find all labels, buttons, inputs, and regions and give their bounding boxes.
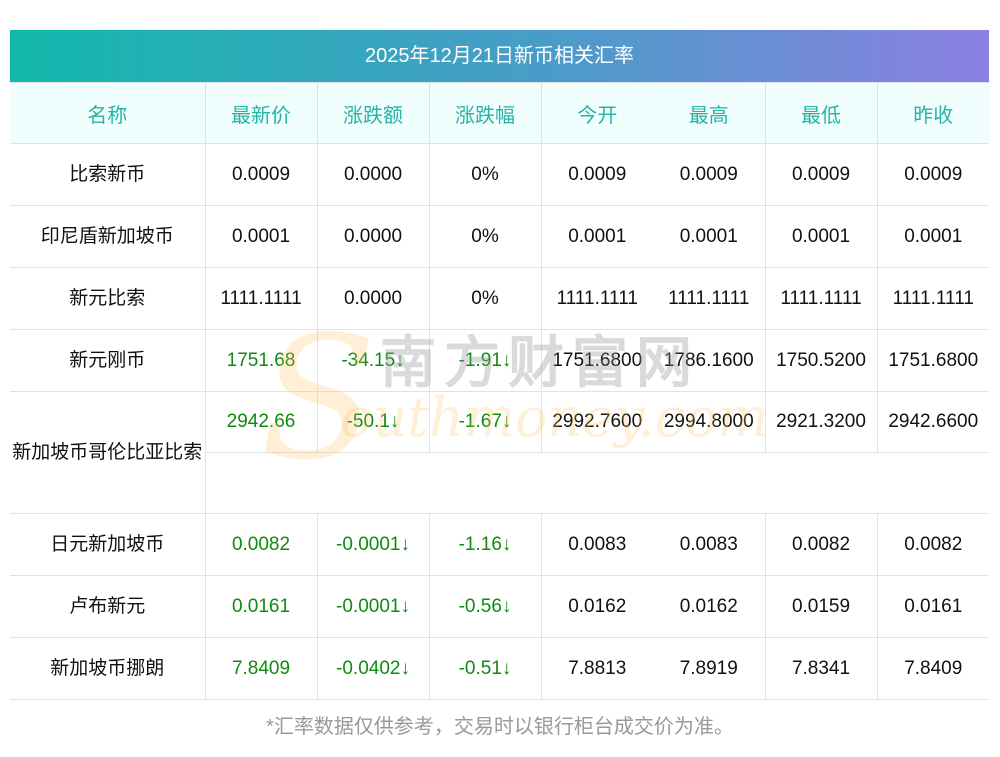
rate-cell: -0.0001↓ [316,575,429,638]
column-header: 涨跌额 [316,82,429,144]
rate-cell: 7.8341 [764,637,877,700]
rate-cell: -1.91↓ [428,329,541,392]
table-row: 新元刚币 1751.68 -34.15↓ -1.91↓ 1751.6800 1786.16… [10,329,989,392]
currency-pair-name: 新加坡币哥伦比亚比索 [10,391,205,514]
exchange-rate-table: 名称 最新价 涨跌额 涨跌幅 今开 最高 最低 昨收 比索新币 0.0009 0.0000 0% 0.0… [10,82,989,700]
empty-cell [204,452,989,514]
currency-pair-name: 日元新加坡币 [10,513,205,576]
rate-cell: 1111.1111 [764,267,877,330]
rate-cell: 1111.1111 [653,267,765,330]
table-row: 新加坡币哥伦比亚比索 2942.66 -50.1↓ -1.67↓ 2992.7600 29… [10,391,989,514]
rate-cell: 0.0083 [653,513,765,576]
rate-cell: 1786.1600 [653,329,765,392]
rate-cell: 2921.3200 [764,391,877,453]
column-header: 昨收 [876,82,989,144]
rate-cell: -0.0001↓ [316,513,429,576]
rate-cell: 0.0082 [876,513,989,576]
currency-pair-name: 比索新币 [10,143,205,206]
rate-cell: 1751.6800 [540,329,653,392]
table-row: 新加坡币挪朗 7.8409 -0.0402↓ -0.51↓ 7.8813 7.8919 7.… [10,637,989,700]
table-title: 2025年12月21日新币相关汇率 [10,30,989,82]
rate-cell: 2994.8000 [653,391,765,453]
rate-cell: 0.0009 [204,143,317,206]
rate-cell: -0.56↓ [428,575,541,638]
column-header: 涨跌幅 [428,82,541,144]
rate-cell: 0.0082 [204,513,317,576]
rate-cell: 0% [428,205,541,268]
table-row: 比索新币 0.0009 0.0000 0% 0.0009 0.0009 0.0009 0.00… [10,143,989,206]
column-header: 今开 [540,82,653,144]
rate-cell: 0.0161 [876,575,989,638]
rate-cell: 0.0161 [204,575,317,638]
table-row: 日元新加坡币 0.0082 -0.0001↓ -1.16↓ 0.0083 0.0083 0.… [10,513,989,576]
rate-cell: 0.0001 [204,205,317,268]
column-header: 最高 [653,82,765,144]
rate-cell: -50.1↓ [316,391,429,453]
rate-cell: 0.0159 [764,575,877,638]
rate-cell: -1.16↓ [428,513,541,576]
rate-cell: 0.0009 [653,143,765,206]
rate-cell: 0.0009 [540,143,653,206]
rate-cell: 0.0001 [540,205,653,268]
rate-cell: 0.0001 [764,205,877,268]
rate-cell: 2942.6600 [876,391,989,453]
rate-cell: 1111.1111 [876,267,989,330]
rate-cell: -1.67↓ [428,391,541,453]
rate-cell: 0.0162 [653,575,765,638]
currency-pair-name: 印尼盾新加坡币 [10,205,205,268]
rate-cell: -0.0402↓ [316,637,429,700]
table-row: 印尼盾新加坡币 0.0001 0.0000 0% 0.0001 0.0001 0.0001 0… [10,205,989,268]
rate-cell: 7.8409 [204,637,317,700]
rate-cell: 0% [428,267,541,330]
rate-cell: 0.0009 [764,143,877,206]
rate-cell: 0% [428,143,541,206]
rate-cell: 0.0000 [316,267,429,330]
rate-cell: 2992.7600 [540,391,653,453]
rate-cell: 0.0162 [540,575,653,638]
rate-cell: 1111.1111 [204,267,317,330]
disclaimer-note: *汇率数据仅供参考，交易时以银行柜台成交价为准。 [266,716,734,738]
rate-cell: 0.0082 [764,513,877,576]
rate-cell: 7.8919 [653,637,765,700]
column-header: 名称 [10,82,205,144]
rate-cell: 0.0083 [540,513,653,576]
rate-cell: 0.0001 [653,205,765,268]
table-row: 新元比索 1111.1111 0.0000 0% 1111.1111 1111.1111 1… [10,267,989,330]
column-header: 最新价 [204,82,317,144]
rate-cell: -34.15↓ [316,329,429,392]
rate-cell: 7.8409 [876,637,989,700]
rate-cell: 0.0009 [876,143,989,206]
rate-cell: 2942.66 [204,391,317,453]
rate-cell: 1751.68 [204,329,317,392]
currency-pair-name: 新元刚币 [10,329,205,392]
rate-cell: 1751.6800 [876,329,989,392]
rate-cell: -0.51↓ [428,637,541,700]
rate-cell: 0.0000 [316,205,429,268]
rate-cell: 1111.1111 [540,267,653,330]
currency-pair-name: 新加坡币挪朗 [10,637,205,700]
currency-pair-name: 卢布新元 [10,575,205,638]
column-header: 最低 [764,82,877,144]
rate-cell: 0.0000 [316,143,429,206]
rate-cell: 0.0001 [876,205,989,268]
currency-pair-name: 新元比索 [10,267,205,330]
table-row: 卢布新元 0.0161 -0.0001↓ -0.56↓ 0.0162 0.0162 0.01… [10,575,989,638]
rate-cell: 1750.5200 [764,329,877,392]
rate-cell: 7.8813 [540,637,653,700]
